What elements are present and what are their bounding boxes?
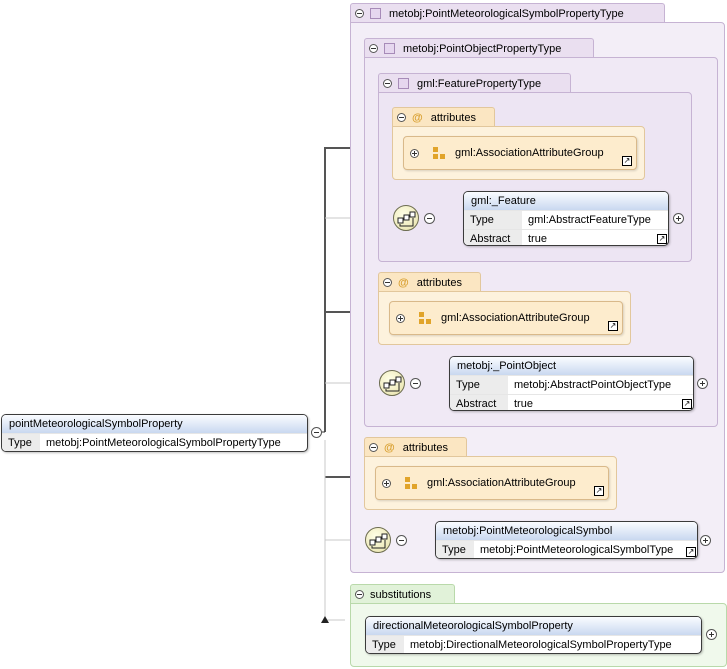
type-key: Type (450, 376, 508, 394)
collapse-icon[interactable] (396, 535, 407, 546)
collapse-icon[interactable] (397, 113, 406, 122)
collapse-icon[interactable] (355, 590, 364, 599)
complex-type-middle-tab[interactable]: metobj:PointObjectPropertyType (364, 38, 594, 58)
substitutions-label: substitutions (370, 588, 432, 601)
element-directional-name: directionalMeteorologicalSymbolProperty (366, 617, 701, 635)
attributes-label-2: attributes (416, 276, 462, 289)
element-root-name: pointMeteorologicalSymbolProperty (2, 415, 307, 433)
collapse-icon[interactable] (311, 427, 322, 438)
expand-icon[interactable] (396, 313, 405, 323)
expand-icon[interactable] (382, 478, 391, 488)
collapse-icon[interactable] (424, 213, 435, 224)
attribute-group-label-2: gml:AssociationAttributeGroup (441, 312, 590, 324)
element-directional[interactable]: directionalMeteorologicalSymbolProperty … (365, 616, 702, 654)
complex-type-icon (384, 43, 395, 54)
element-feature[interactable]: gml:_Feature Type gml:AbstractFeatureType… (463, 191, 669, 246)
complex-type-icon (398, 78, 409, 89)
type-key: Type (464, 211, 522, 229)
expand-icon[interactable] (697, 378, 708, 389)
link-arrow-icon[interactable]: ↗ (594, 486, 604, 496)
attributes-label-1: attributes (430, 111, 476, 124)
attribute-at-icon: @ (398, 276, 409, 289)
attributes-tab-2[interactable]: @ attributes (378, 272, 481, 292)
abstract-key: Abstract (464, 230, 522, 245)
complex-type-inner-label: gml:FeaturePropertyType (417, 77, 542, 90)
attribute-at-icon: @ (384, 441, 395, 454)
attribute-group-icon (419, 311, 433, 325)
type-key: Type (2, 434, 40, 451)
complex-type-middle-label: metobj:PointObjectPropertyType (403, 42, 562, 55)
attribute-at-icon: @ (412, 111, 423, 124)
attribute-group-label-3: gml:AssociationAttributeGroup (427, 477, 576, 489)
complex-type-inner-tab[interactable]: gml:FeaturePropertyType (378, 73, 571, 93)
substitutions-tab[interactable]: substitutions (350, 584, 455, 604)
collapse-icon[interactable] (355, 9, 364, 18)
attributes-tab-1[interactable]: @ attributes (392, 107, 495, 127)
type-key: Type (366, 636, 404, 653)
attribute-group-icon (405, 476, 419, 490)
type-value: metobj:DirectionalMeteorologicalSymbolPr… (410, 639, 672, 651)
collapse-icon[interactable] (369, 443, 378, 452)
attribute-group-3[interactable]: gml:AssociationAttributeGroup ↗ (375, 466, 609, 500)
sequence-icon[interactable] (365, 527, 391, 553)
element-symbol-name: metobj:PointMeteorologicalSymbol (436, 522, 697, 540)
complex-type-icon (370, 8, 381, 19)
element-root[interactable]: pointMeteorologicalSymbolProperty Type me… (1, 414, 308, 452)
collapse-icon[interactable] (383, 79, 392, 88)
collapse-icon[interactable] (369, 44, 378, 53)
expand-icon[interactable] (700, 535, 711, 546)
type-value: metobj:PointMeteorologicalSymbolType (480, 544, 674, 556)
abstract-value: true (528, 233, 547, 245)
complex-type-outer-label: metobj:PointMeteorologicalSymbolProperty… (389, 7, 624, 20)
attribute-group-icon (433, 146, 447, 160)
link-arrow-icon[interactable]: ↗ (608, 321, 618, 331)
type-value: gml:AbstractFeatureType (528, 214, 651, 226)
sequence-icon[interactable] (379, 370, 405, 396)
expand-icon[interactable] (706, 629, 717, 640)
type-value: metobj:PointMeteorologicalSymbolProperty… (46, 437, 281, 449)
expand-icon[interactable] (673, 213, 684, 224)
link-arrow-icon[interactable]: ↗ (686, 547, 696, 557)
link-arrow-icon[interactable]: ↗ (657, 234, 667, 244)
sequence-icon[interactable] (393, 205, 419, 231)
link-arrow-icon[interactable]: ↗ (682, 399, 692, 409)
type-value: metobj:AbstractPointObjectType (514, 379, 672, 391)
type-key: Type (436, 541, 474, 558)
attributes-label-3: attributes (402, 441, 448, 454)
abstract-key: Abstract (450, 395, 508, 410)
attribute-group-1[interactable]: gml:AssociationAttributeGroup ↗ (403, 136, 637, 170)
element-symbol[interactable]: metobj:PointMeteorologicalSymbol Type met… (435, 521, 698, 559)
collapse-icon[interactable] (383, 278, 392, 287)
attributes-tab-3[interactable]: @ attributes (364, 437, 467, 457)
element-point-object[interactable]: metobj:_PointObject Type metobj:AbstractP… (449, 356, 694, 411)
element-feature-name: gml:_Feature (464, 192, 668, 210)
collapse-icon[interactable] (410, 378, 421, 389)
expand-icon[interactable] (410, 148, 419, 158)
attribute-group-label-1: gml:AssociationAttributeGroup (455, 147, 604, 159)
complex-type-outer-tab[interactable]: metobj:PointMeteorologicalSymbolProperty… (350, 3, 665, 23)
link-arrow-icon[interactable]: ↗ (622, 156, 632, 166)
element-point-object-name: metobj:_PointObject (450, 357, 693, 375)
attribute-group-2[interactable]: gml:AssociationAttributeGroup ↗ (389, 301, 623, 335)
abstract-value: true (514, 398, 533, 410)
